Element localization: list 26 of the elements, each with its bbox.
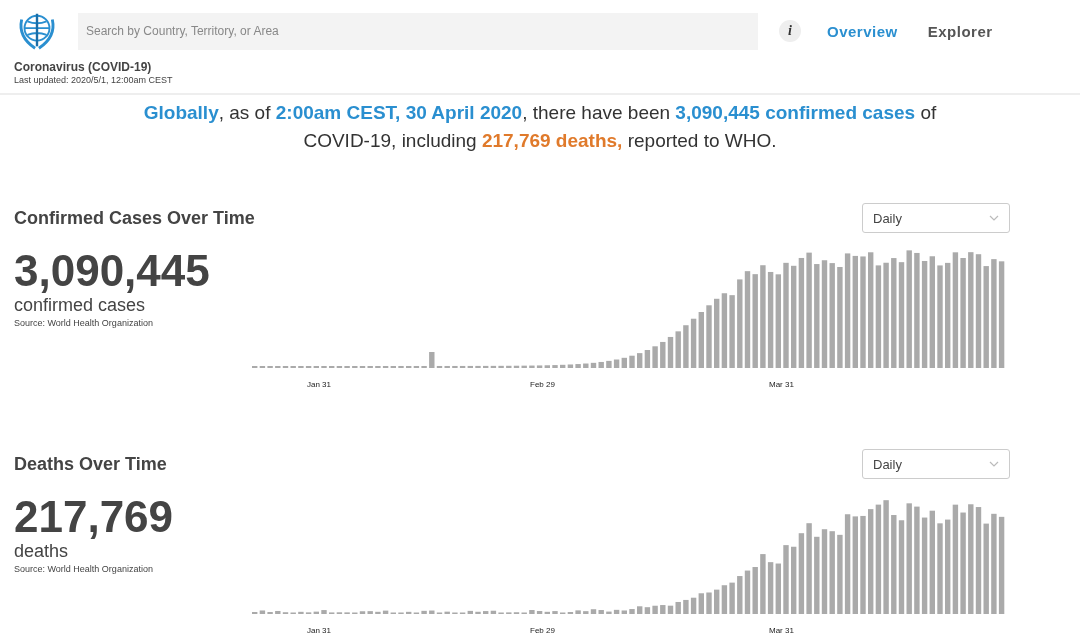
period-dropdown[interactable]: Daily (862, 449, 1010, 479)
axis-label: Feb 29 (530, 380, 555, 389)
section-title: Deaths Over Time (14, 453, 167, 475)
axis-label: Mar 31 (769, 626, 794, 635)
source-note: Source: World Health Organization (14, 564, 154, 574)
chevron-down-icon (989, 215, 999, 221)
total-label: confirmed cases (14, 295, 147, 316)
total-number: 3,090,445 (14, 247, 211, 295)
page-title: Coronavirus (COVID-19) (14, 60, 153, 74)
total-label: deaths (14, 541, 70, 562)
axis-label: Jan 31 (307, 626, 332, 635)
axis-label: Feb 29 (530, 626, 555, 635)
source-note: Source: World Health Organization (14, 318, 154, 328)
axis-label: Jan 31 (307, 380, 332, 389)
summary-text: Globally, as of 2:00am CEST, 30 April 2020, there have been 3,090,445 confirmed cases of (142, 101, 938, 125)
search-field[interactable]: Search by Country, Territory, or Area (78, 12, 758, 50)
nav-tab[interactable]: Overview (823, 22, 902, 40)
last-updated: Last updated: 2020/5/1, 12:00am CEST (14, 75, 174, 85)
axis-label: Mar 31 (769, 380, 794, 389)
info-button[interactable]: i (779, 20, 801, 42)
section-title: Confirmed Cases Over Time (14, 207, 255, 229)
nav-tab[interactable]: Explorer (923, 22, 997, 40)
total-number: 217,769 (14, 493, 175, 541)
summary-text: COVID-19, including 217,769 deaths, reported to WHO. (302, 129, 778, 153)
chevron-down-icon (989, 461, 999, 467)
period-dropdown[interactable]: Daily (862, 203, 1010, 233)
